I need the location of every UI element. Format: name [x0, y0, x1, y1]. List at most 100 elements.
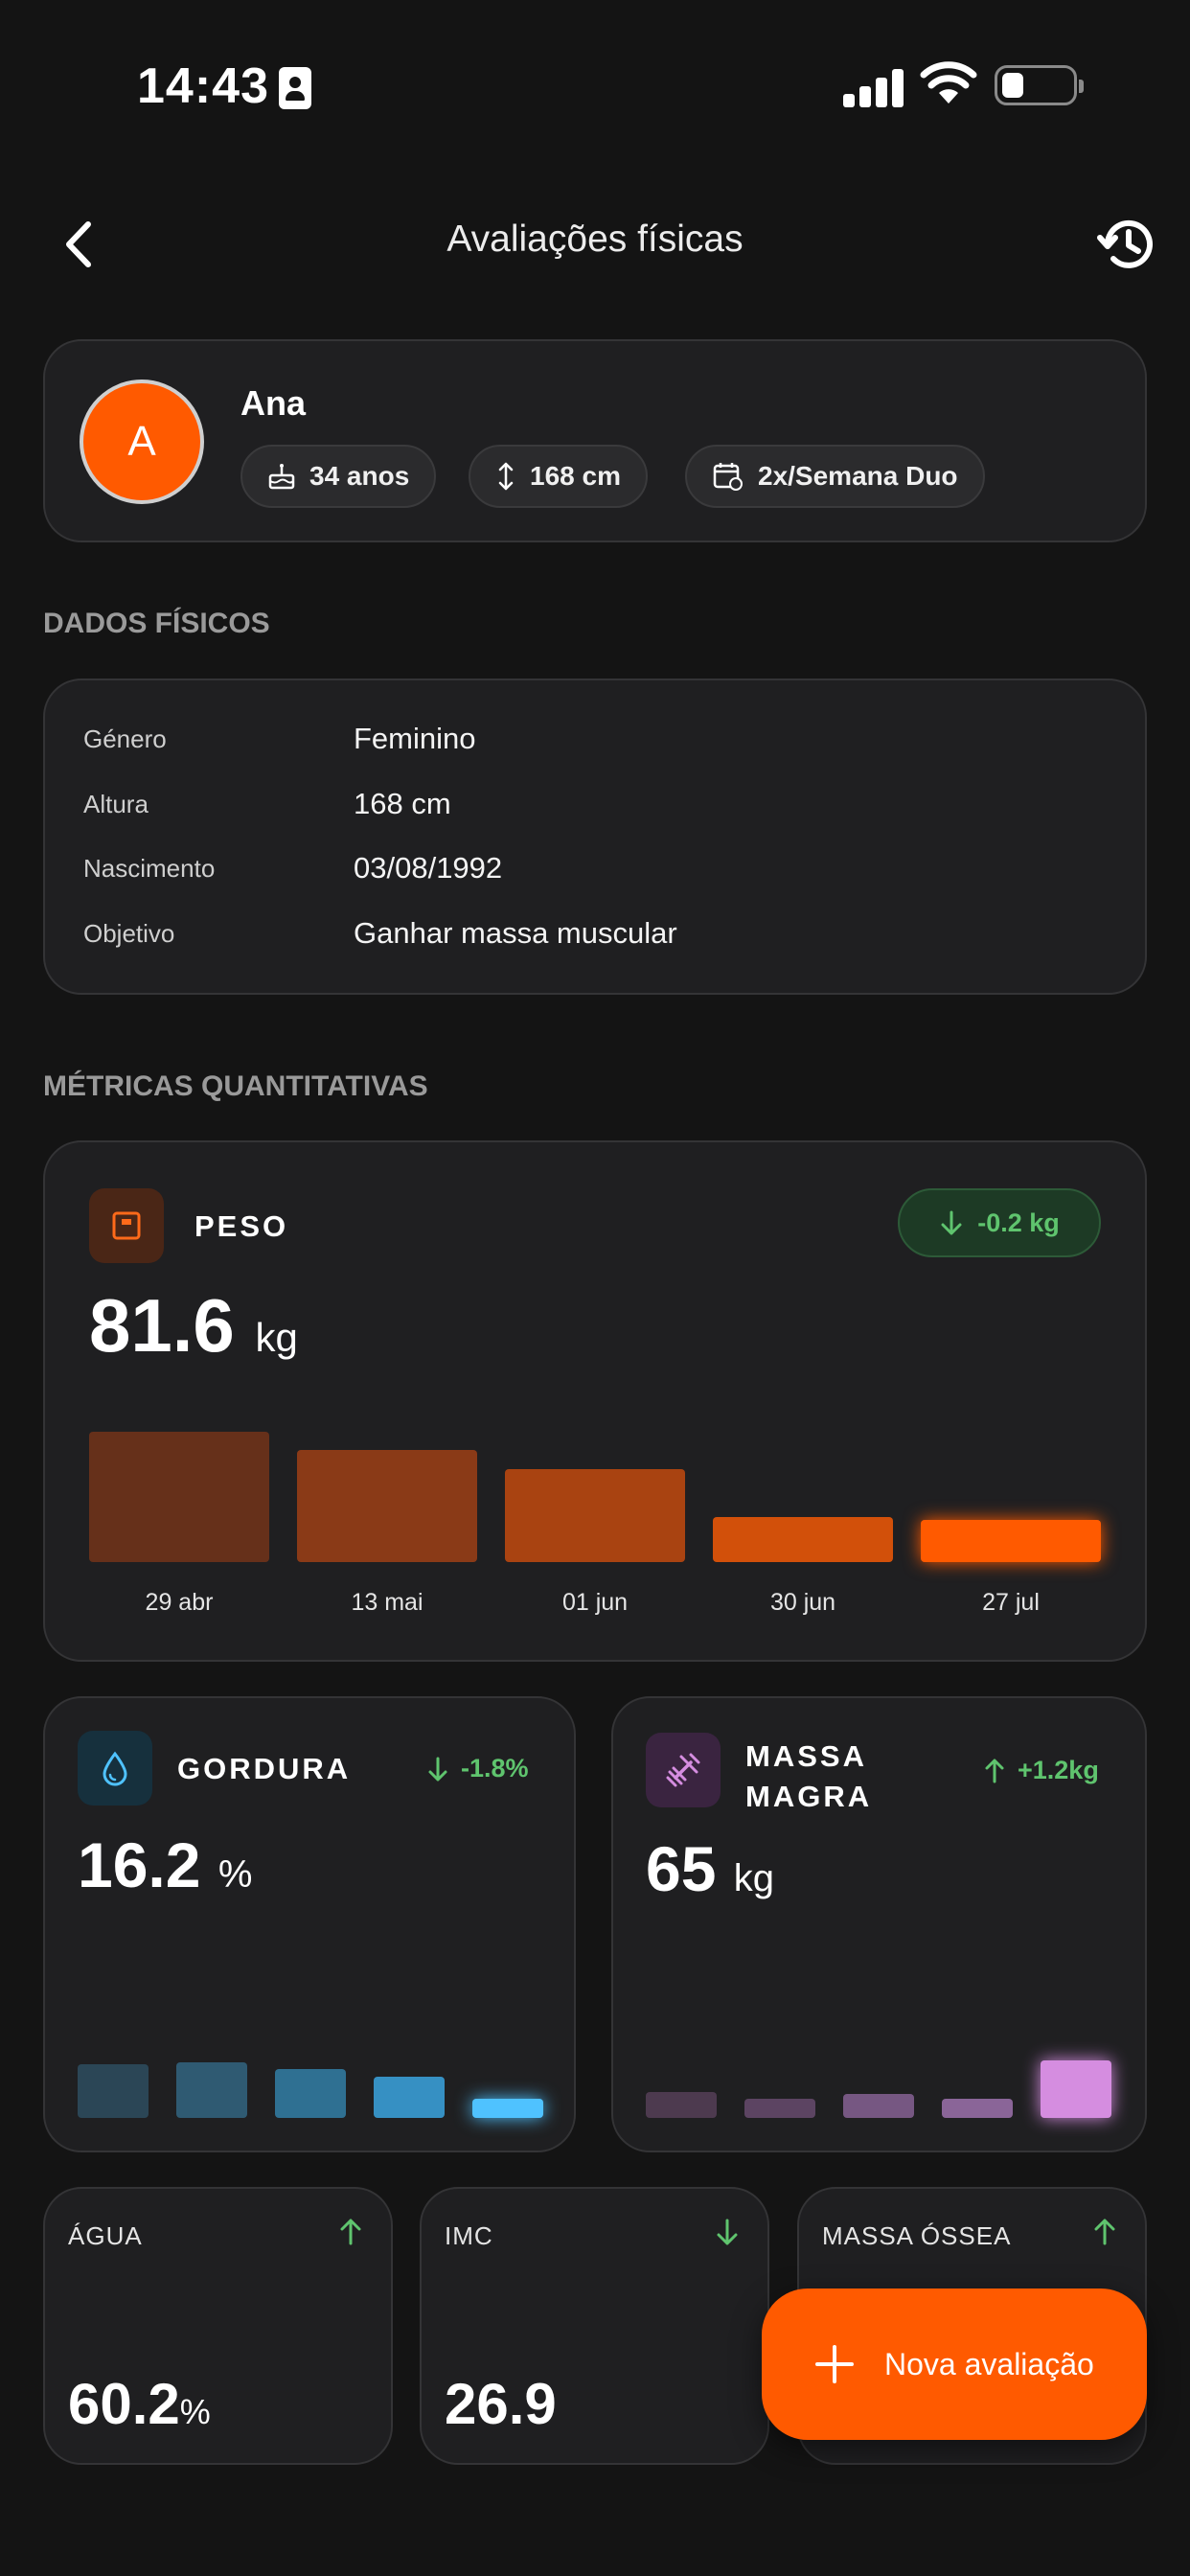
- row-value: 168 cm: [354, 787, 451, 820]
- physical-row-birth: Nascimento 03/08/1992: [83, 851, 503, 886]
- arrow-down-icon: [428, 1757, 447, 1781]
- plus-icon: [815, 2345, 854, 2383]
- lean-mass-card[interactable]: MASSA MAGRA +1.2kg 65 kg: [611, 1696, 1147, 2152]
- arrow-up-icon: [340, 2219, 361, 2245]
- row-label: Nascimento: [83, 854, 216, 883]
- chart-bar: [942, 2099, 1013, 2118]
- fat-unit: %: [217, 1853, 253, 1896]
- cellular-signal-icon: [843, 65, 904, 107]
- chart-bar: [472, 2099, 543, 2118]
- contact-icon: [279, 67, 311, 109]
- weight-value-display: 81.6 kg: [89, 1282, 298, 1369]
- row-value: Feminino: [354, 722, 476, 755]
- chart-bar: [505, 1468, 685, 1562]
- lean-mass-label-line2: MAGRA: [745, 1780, 873, 1813]
- chart-x-label: 29 abr: [145, 1589, 214, 1616]
- calendar-repeat-icon: [713, 463, 743, 491]
- profile-card: A Ana 34 anos 168 cm 2x/Semana Duo: [43, 339, 1147, 542]
- water-value-display: 60.2%: [68, 2371, 211, 2437]
- dumbbell-icon: [646, 1733, 721, 1807]
- row-value: 03/08/1992: [354, 851, 503, 885]
- chart-bar: [921, 1520, 1101, 1562]
- physical-row-goal: Objetivo Ganhar massa muscular: [83, 916, 677, 951]
- battery-icon: [995, 65, 1084, 105]
- birthday-cake-icon: [268, 464, 295, 490]
- profile-name: Ana: [240, 383, 307, 423]
- section-title-metrics: MÉTRICAS QUANTITATIVAS: [43, 1070, 428, 1102]
- status-time: 14:43: [137, 58, 269, 114]
- water-card[interactable]: ÁGUA 60.2%: [43, 2187, 393, 2465]
- nav-bar: Avaliações físicas: [0, 192, 1190, 297]
- page-title: Avaliações físicas: [446, 218, 744, 260]
- physical-row-height: Altura 168 cm: [83, 787, 451, 821]
- height-chip-label: 168 cm: [530, 461, 621, 491]
- arrow-up-icon: [985, 1759, 1004, 1782]
- new-assessment-button[interactable]: Nova avaliação: [762, 2288, 1147, 2440]
- physical-data-card: Género Feminino Altura 168 cm Nascimento…: [43, 678, 1147, 995]
- fat-value-display: 16.2 %: [78, 1828, 252, 1901]
- chart-x-label: 27 jul: [982, 1589, 1040, 1616]
- bmi-card[interactable]: IMC 26.9: [420, 2187, 769, 2465]
- lean-mass-delta-value: +1.2kg: [1018, 1756, 1099, 1784]
- fat-delta: -1.8%: [426, 1754, 529, 1783]
- arrow-up-icon: [1094, 2219, 1115, 2245]
- age-chip-label: 34 anos: [309, 461, 410, 491]
- physical-row-gender: Género Feminino: [83, 722, 476, 756]
- weight-label: PESO: [195, 1209, 289, 1243]
- new-assessment-label: Nova avaliação: [884, 2346, 1094, 2381]
- row-label: Género: [83, 724, 167, 753]
- water-label: ÁGUA: [68, 2221, 143, 2250]
- weight-delta-badge: -0.2 kg: [898, 1188, 1101, 1257]
- row-label: Objetivo: [83, 919, 175, 948]
- bmi-label: IMC: [445, 2221, 493, 2250]
- plan-chip: 2x/Semana Duo: [685, 445, 985, 508]
- fat-delta-value: -1.8%: [461, 1754, 529, 1782]
- chart-bar: [713, 1517, 893, 1562]
- fat-card[interactable]: GORDURA -1.8% 16.2 %: [43, 1696, 576, 2152]
- fat-label: GORDURA: [177, 1752, 352, 1785]
- bmi-value: 26.9: [445, 2372, 557, 2436]
- chart-x-label: 01 jun: [561, 1589, 629, 1616]
- age-chip: 34 anos: [240, 445, 437, 508]
- weight-value: 81.6: [89, 1283, 235, 1368]
- water-drop-icon: [78, 1731, 152, 1806]
- section-title-physical: DADOS FÍSICOS: [43, 608, 270, 639]
- history-icon[interactable]: [1092, 211, 1159, 278]
- lean-mass-value-display: 65 kg: [646, 1832, 774, 1905]
- chart-x-label: 13 mai: [351, 1589, 423, 1616]
- height-chip: 168 cm: [469, 445, 648, 508]
- wifi-icon: [920, 61, 977, 104]
- scale-icon: [89, 1188, 164, 1263]
- plan-chip-label: 2x/Semana Duo: [758, 461, 958, 491]
- chart-bar: [1041, 2059, 1111, 2118]
- water-unit: %: [179, 2392, 211, 2431]
- chart-bar: [646, 2091, 717, 2118]
- lean-mass-delta: +1.2kg: [983, 1756, 1099, 1785]
- row-value: Ganhar massa muscular: [354, 916, 677, 950]
- row-label: Altura: [83, 790, 149, 818]
- lean-mass-unit: kg: [733, 1857, 775, 1899]
- arrow-down-icon: [717, 2219, 738, 2245]
- status-bar: 14:43: [0, 0, 1190, 172]
- lean-mass-value: 65: [646, 1833, 717, 1904]
- weight-delta-value: -0.2 kg: [977, 1208, 1060, 1237]
- lean-mass-label-line1: MASSA: [745, 1739, 867, 1773]
- avatar: A: [80, 380, 204, 504]
- weight-unit: kg: [255, 1315, 298, 1360]
- vertical-arrows-icon: [498, 462, 514, 491]
- chart-bar: [176, 2061, 247, 2118]
- lean-mass-label: MASSA MAGRA: [745, 1736, 872, 1817]
- chart-bar: [374, 2076, 445, 2118]
- weight-card[interactable]: PESO -0.2 kg 81.6 kg 29 abr 13 mai 01 jun 3…: [43, 1140, 1147, 1662]
- fat-value: 16.2: [78, 1829, 201, 1900]
- chart-bar: [275, 2069, 346, 2118]
- chart-bar: [843, 2094, 914, 2118]
- chart-bar: [89, 1431, 269, 1562]
- water-value: 60.2: [68, 2372, 180, 2436]
- arrow-down-icon: [941, 1210, 962, 1235]
- bone-mass-label: MASSA ÓSSEA: [822, 2221, 1012, 2250]
- chart-x-label: 30 jun: [769, 1589, 836, 1616]
- chart-bar: [78, 2064, 149, 2118]
- chart-bar: [744, 2099, 815, 2118]
- chart-bar: [297, 1450, 477, 1562]
